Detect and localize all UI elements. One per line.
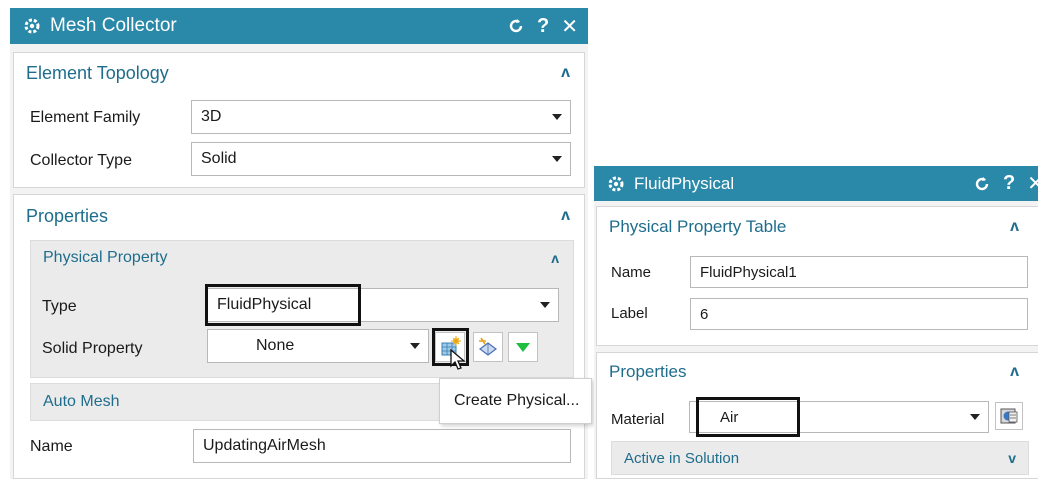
solid-property-select[interactable]: None bbox=[207, 329, 429, 363]
physical-property-table-header[interactable]: Physical Property Table ʌ bbox=[597, 207, 1038, 247]
element-topology-header[interactable]: Element Topology ʌ bbox=[14, 53, 584, 93]
section-title: Physical Property Table bbox=[609, 217, 787, 236]
dialog-title: Mesh Collector bbox=[50, 15, 177, 36]
fluid-properties-section: Properties ʌ Material Air Active in Solu… bbox=[596, 352, 1038, 479]
group-title: Physical Property bbox=[43, 249, 168, 266]
gear-icon bbox=[606, 174, 626, 194]
name-value: FluidPhysical1 bbox=[700, 263, 797, 281]
section-title: Element Topology bbox=[26, 62, 169, 83]
label-input[interactable]: 6 bbox=[690, 298, 1028, 330]
type-highlight bbox=[205, 284, 361, 326]
more-options-icon bbox=[516, 343, 530, 352]
active-in-solution-group: Active in Solution v bbox=[611, 441, 1029, 475]
collector-type-label: Collector Type bbox=[30, 152, 132, 169]
section-title: Properties bbox=[609, 362, 687, 381]
physical-property-table-section: Physical Property Table ʌ Name FluidPhys… bbox=[596, 206, 1038, 346]
active-in-solution-header[interactable]: Active in Solution v bbox=[612, 442, 1028, 474]
gear-icon bbox=[22, 16, 42, 36]
chevron-down-icon bbox=[410, 343, 420, 349]
mesh-collector-titlebar: Mesh Collector ? ✕ bbox=[10, 8, 588, 44]
physical-property-group: Physical Property ʌ Type FluidPhysical S… bbox=[30, 240, 574, 378]
section-title: Properties bbox=[26, 205, 109, 226]
close-icon[interactable]: ✕ bbox=[1027, 171, 1038, 196]
name-input[interactable]: UpdatingAirMesh bbox=[193, 429, 571, 463]
chevron-down-icon bbox=[540, 302, 550, 308]
reset-icon[interactable] bbox=[973, 175, 991, 193]
mouse-pointer-icon bbox=[450, 349, 466, 370]
label-label: Label bbox=[611, 305, 648, 322]
label-value: 6 bbox=[700, 305, 709, 323]
chevron-down-icon bbox=[970, 414, 980, 420]
fluid-properties-header[interactable]: Properties ʌ bbox=[597, 353, 1038, 391]
close-icon[interactable]: ✕ bbox=[561, 14, 578, 39]
material-label: Material bbox=[611, 411, 665, 428]
name-label: Name bbox=[611, 264, 652, 281]
context-menu: Create Physical... bbox=[439, 378, 592, 424]
edit-physical-icon bbox=[479, 337, 497, 356]
group-title: Auto Mesh bbox=[43, 393, 120, 410]
solid-property-value: None bbox=[256, 337, 295, 354]
type-label: Type bbox=[42, 298, 77, 315]
chevron-up-icon[interactable]: ʌ bbox=[1010, 218, 1019, 236]
material-highlight bbox=[696, 397, 800, 437]
collector-type-select[interactable]: Solid bbox=[191, 142, 571, 176]
properties-header[interactable]: Properties ʌ bbox=[14, 195, 584, 237]
chevron-up-icon[interactable]: ʌ bbox=[1010, 363, 1019, 381]
properties-section: Properties ʌ Physical Property ʌ Type Fl… bbox=[13, 194, 585, 479]
chevron-down-icon bbox=[552, 156, 562, 162]
name-value: UpdatingAirMesh bbox=[203, 437, 326, 454]
chevron-up-icon[interactable]: ʌ bbox=[551, 250, 559, 266]
physical-property-header[interactable]: Physical Property ʌ bbox=[31, 241, 573, 275]
chevron-up-icon[interactable]: ʌ bbox=[561, 64, 570, 82]
element-family-select[interactable]: 3D bbox=[191, 100, 571, 134]
collector-type-value: Solid bbox=[201, 150, 237, 167]
solid-property-label: Solid Property bbox=[42, 340, 143, 357]
help-icon[interactable]: ? bbox=[1003, 172, 1015, 195]
element-family-label: Element Family bbox=[30, 109, 141, 126]
element-family-value: 3D bbox=[201, 108, 222, 125]
create-physical-menu-item[interactable]: Create Physical... bbox=[454, 392, 579, 410]
edit-physical-button[interactable] bbox=[473, 332, 503, 362]
material-list-button[interactable] bbox=[995, 402, 1023, 430]
fluid-physical-titlebar: FluidPhysical ? ✕ bbox=[594, 166, 1038, 201]
fluid-physical-dialog: FluidPhysical ? ✕ Physical Property Tabl… bbox=[594, 166, 1038, 479]
name-input[interactable]: FluidPhysical1 bbox=[690, 256, 1028, 288]
help-icon[interactable]: ? bbox=[537, 15, 549, 38]
group-title: Active in Solution bbox=[624, 449, 740, 467]
chevron-down-icon bbox=[552, 114, 562, 120]
reset-icon[interactable] bbox=[507, 17, 525, 35]
material-list-icon bbox=[1000, 408, 1018, 424]
name-label: Name bbox=[30, 438, 73, 455]
more-options-button[interactable] bbox=[508, 332, 538, 362]
chevron-up-icon[interactable]: ʌ bbox=[561, 207, 570, 225]
chevron-down-icon[interactable]: v bbox=[1008, 450, 1016, 466]
dialog-title: FluidPhysical bbox=[634, 173, 735, 193]
element-topology-section: Element Topology ʌ Element Family 3D Col… bbox=[13, 52, 585, 188]
